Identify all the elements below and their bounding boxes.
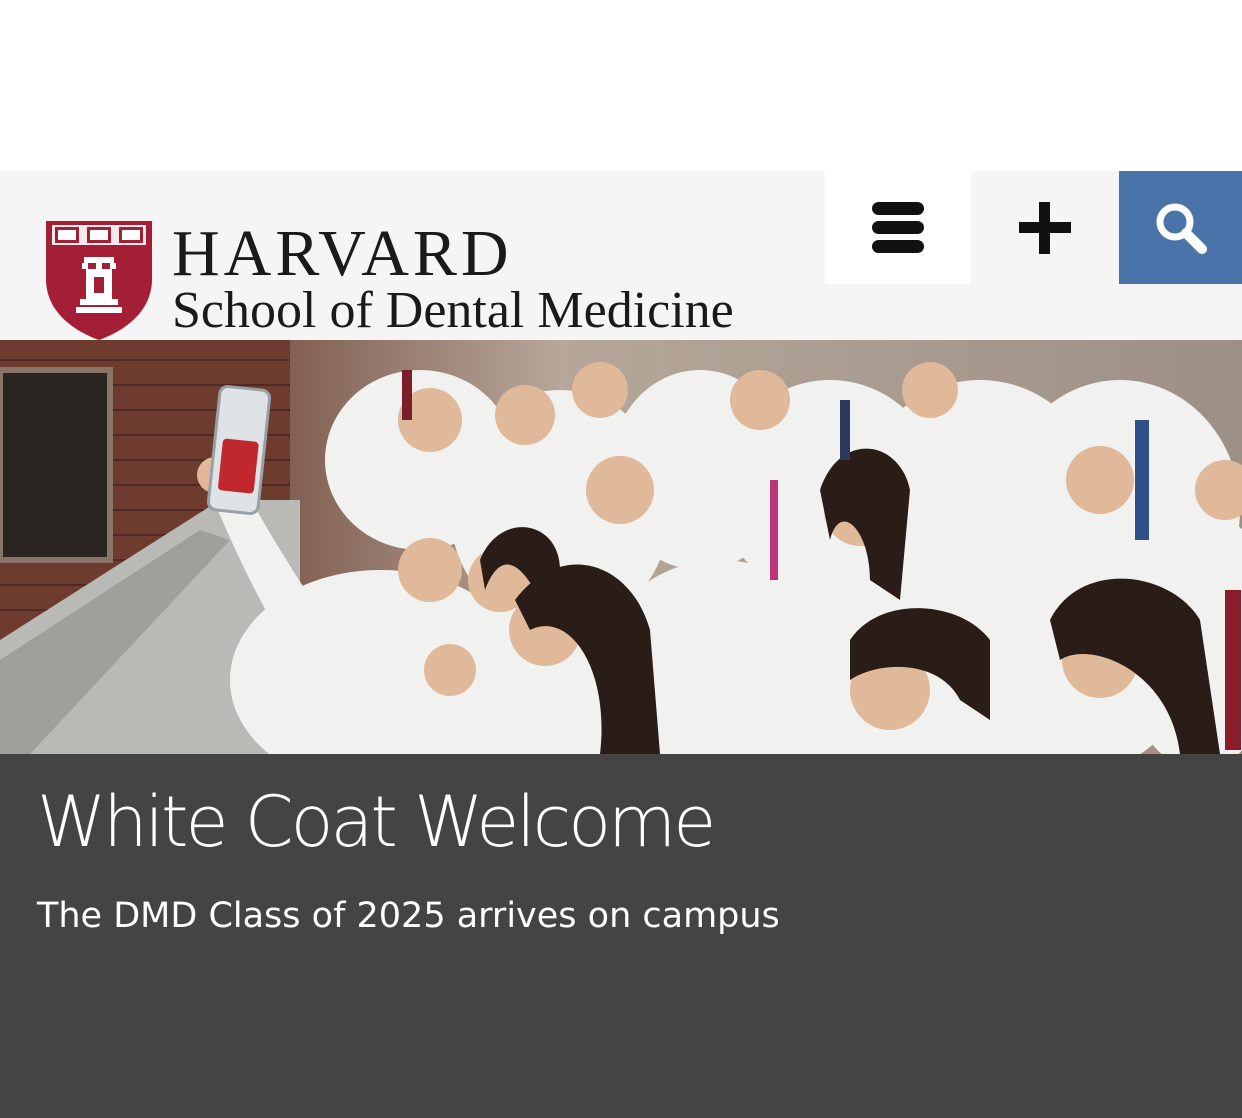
photo-of-students-in-white-coats-taking-selfie <box>0 340 1242 754</box>
feature-title[interactable]: White Coat Welcome <box>37 782 716 862</box>
menu-button[interactable] <box>825 171 971 284</box>
site-header: HARVARD School of Dental Medicine <box>0 171 1242 340</box>
search-button[interactable] <box>1119 171 1242 284</box>
harvard-shield-icon <box>46 221 152 340</box>
feature-subtitle[interactable]: The DMD Class of 2025 arrives on campus <box>37 892 780 940</box>
feature-caption: White Coat Welcome The DMD Class of 2025… <box>0 754 1242 1118</box>
harvard-dental-logo[interactable]: HARVARD School of Dental Medicine <box>44 217 744 341</box>
menu-icon <box>872 201 924 253</box>
page: HARVARD School of Dental Medicine White … <box>0 0 1242 1118</box>
search-icon <box>1156 203 1207 254</box>
hero-image[interactable] <box>0 340 1242 754</box>
plus-icon <box>1019 201 1071 254</box>
more-button[interactable] <box>973 171 1117 284</box>
brand-name: HARVARD <box>172 217 513 290</box>
top-blank-area <box>0 0 1242 171</box>
school-name: School of Dental Medicine <box>172 282 734 339</box>
